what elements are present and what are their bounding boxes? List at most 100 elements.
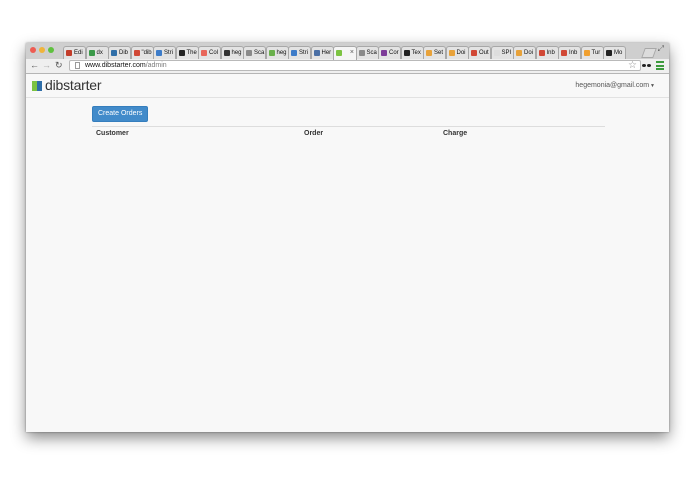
browser-tab[interactable]: Doi [513, 46, 536, 59]
browser-tab[interactable]: SPI [490, 46, 514, 59]
browser-tab[interactable]: dx [85, 46, 109, 59]
dibstarter-logo-icon [32, 80, 42, 91]
browser-tab[interactable]: Stri [153, 46, 176, 59]
tab-label: heg [231, 50, 242, 56]
browser-tab[interactable]: The [175, 46, 199, 59]
browser-tab[interactable]: heg [220, 46, 244, 59]
browser-tab[interactable]: Sca [355, 46, 379, 59]
tab-label: Doi [524, 50, 534, 56]
browser-tab[interactable]: Tur [580, 46, 604, 59]
reload-icon[interactable]: ↻ [55, 60, 63, 71]
forward-icon[interactable]: → [42, 60, 51, 71]
tab-favicon-icon [538, 50, 545, 56]
extension-glasses-icon[interactable] [642, 62, 651, 69]
tab-favicon-icon [606, 50, 612, 56]
tab-label: Inb [546, 50, 555, 56]
tab-close-icon[interactable]: × [350, 48, 354, 57]
tab-favicon-icon [178, 50, 185, 56]
url-text: www.dibstarter.com/admin [85, 62, 167, 70]
tab-favicon-icon [471, 50, 477, 56]
tab-favicon-icon [268, 50, 275, 56]
fullscreen-icon[interactable]: ⤢ [658, 45, 664, 53]
browser-tab[interactable]: Set [423, 46, 446, 59]
create-orders-button[interactable]: Create Orders [92, 106, 149, 122]
browser-tab[interactable]: heg [265, 46, 289, 59]
browser-toolbar: ← → ↻ www.dibstarter.com/admin ☆ [26, 59, 669, 74]
close-window-button[interactable] [30, 47, 36, 53]
browser-tab[interactable]: Stri [288, 46, 311, 59]
tab-favicon-icon [381, 50, 387, 56]
tab-label: heg [276, 50, 287, 56]
address-bar[interactable]: www.dibstarter.com/admin [69, 60, 641, 71]
tab-label: SPI [501, 50, 512, 56]
tab-label: dx [96, 50, 103, 56]
column-header-customer: Customer [96, 130, 129, 137]
caret-down-icon: ▼ [650, 83, 655, 89]
tab-label: Her [321, 50, 332, 56]
column-header-order: Order [304, 130, 324, 137]
tab-favicon-icon [426, 50, 432, 56]
browser-window: Edi dx Dib "dib Stri The Col heg Sca heg Stri Her × S… [26, 43, 669, 432]
browser-tab[interactable]: Sca [243, 46, 266, 59]
tab-favicon-icon [291, 50, 297, 56]
browser-tab[interactable]: Edi [63, 46, 86, 59]
minimize-window-button[interactable] [39, 47, 45, 53]
tab-label: Out [479, 50, 489, 56]
brand-name: dibstarter [45, 77, 102, 93]
tab-label: Col [209, 50, 219, 56]
tab-favicon-icon [336, 50, 342, 56]
tab-label: Doi [456, 50, 466, 56]
url-host: www.dibstarter.com [85, 62, 146, 69]
browser-tab[interactable]: Cor [378, 46, 401, 59]
bookmark-star-icon[interactable]: ☆ [628, 59, 637, 72]
account-email: hegemonia@gmail.com [575, 82, 650, 89]
tab-label: Inb [569, 50, 578, 56]
column-header-charge: Charge [443, 130, 468, 137]
tab-label: Cor [389, 50, 399, 56]
tab-label: Stri [299, 50, 308, 56]
tab-favicon-icon [448, 50, 455, 56]
brand-logo[interactable]: dibstarter [32, 77, 102, 93]
tab-favicon-icon [583, 50, 590, 56]
tab-favicon-icon [66, 50, 72, 56]
browser-tab[interactable]: Dib [108, 46, 131, 59]
tab-strip: Edi dx Dib "dib Stri The Col heg Sca heg Stri Her × S… [26, 43, 669, 60]
tab-favicon-icon [313, 50, 320, 56]
tab-favicon-icon [88, 50, 95, 56]
tab-favicon-icon [358, 50, 365, 56]
new-tab-button[interactable] [641, 48, 657, 58]
tab-favicon-icon [493, 50, 500, 56]
zoom-window-button[interactable] [48, 47, 54, 53]
tab-favicon-icon [111, 50, 117, 56]
browser-tab[interactable]: Her [310, 46, 334, 59]
window-controls [30, 47, 54, 53]
tab-favicon-icon [403, 50, 410, 56]
url-path: /admin [145, 62, 167, 69]
browser-tab[interactable]: Col [198, 46, 221, 59]
tab-favicon-icon [156, 50, 162, 56]
browser-tab[interactable]: Mo [603, 46, 626, 59]
browser-tab[interactable]: Tex [400, 46, 424, 59]
tab-favicon-icon [223, 50, 230, 56]
browser-tab[interactable]: "dib [130, 46, 154, 59]
back-icon[interactable]: ← [30, 60, 39, 71]
tab-label: Mo [614, 50, 623, 56]
account-menu[interactable]: hegemonia@gmail.com▼ [575, 82, 655, 90]
browser-tab[interactable]: Inb [558, 46, 581, 59]
site-navbar: dibstarter hegemonia@gmail.com▼ [26, 74, 669, 98]
browser-tab[interactable]: × [333, 46, 357, 60]
tab-label: "dib [141, 50, 152, 56]
table-top-divider [92, 126, 605, 127]
browser-menu-icon[interactable] [656, 61, 664, 70]
browser-tab[interactable]: Inb [535, 46, 559, 59]
tab-label: The [186, 50, 197, 56]
tab-label: Stri [164, 50, 173, 56]
page-icon [75, 62, 80, 69]
tab-label: Sca [254, 50, 265, 56]
tab-favicon-icon [246, 50, 252, 56]
browser-tab[interactable]: Out [468, 46, 491, 59]
tab-favicon-icon [133, 50, 140, 56]
browser-tab[interactable]: Doi [445, 46, 469, 59]
tab-label: Sca [366, 50, 377, 56]
tab-favicon-icon [561, 50, 567, 56]
